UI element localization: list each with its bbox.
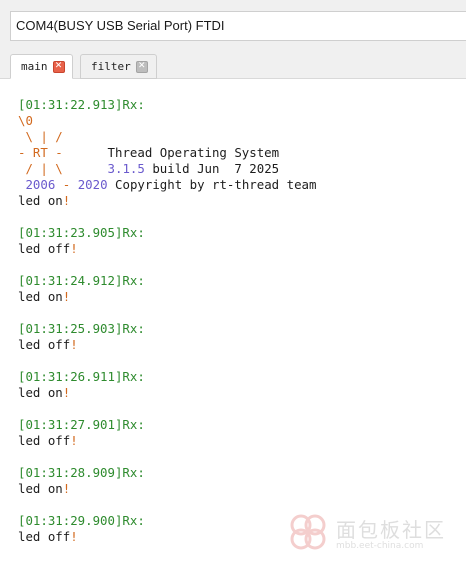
copyright-line: 2006 - 2020 Copyright by rt-thread team: [18, 177, 458, 193]
close-icon[interactable]: ✕: [135, 60, 148, 73]
log-timestamp: [01:31:25.903]Rx:: [18, 321, 145, 336]
port-selector[interactable]: COM4(BUSY USB Serial Port) FTDI: [10, 11, 466, 41]
log-message: led on!: [18, 289, 71, 304]
tab-main[interactable]: main ✕: [10, 54, 73, 79]
log-timestamp: [01:31:23.905]Rx:: [18, 225, 145, 240]
close-icon[interactable]: ✕: [52, 60, 65, 73]
banner-title: Thread Operating System: [107, 145, 280, 160]
tab-filter-label: filter: [91, 60, 131, 73]
tab-strip: main ✕ filter ✕: [0, 50, 466, 79]
log-message: led on!: [18, 481, 71, 496]
rt-logo-line: - RT -: [18, 145, 63, 160]
log-timestamp: [01:31:22.913]Rx:: [18, 97, 145, 112]
log-timestamp: [01:31:29.900]Rx:: [18, 513, 145, 528]
log-timestamp: [01:31:26.911]Rx:: [18, 369, 145, 384]
year-start: 2006: [25, 177, 56, 192]
rt-logo-line: \0: [18, 113, 33, 128]
tab-filter[interactable]: filter ✕: [80, 54, 157, 79]
log-timestamp: [01:31:28.909]Rx:: [18, 465, 145, 480]
port-bar: COM4(BUSY USB Serial Port) FTDI: [0, 0, 466, 50]
log-timestamp: [01:31:27.901]Rx:: [18, 417, 145, 432]
version-number: 3.1.5: [107, 161, 145, 176]
copyright-text: Copyright by rt-thread team: [115, 177, 317, 192]
rt-logo-line: \ | /: [18, 129, 63, 144]
tab-main-label: main: [21, 60, 48, 73]
log-message: led on!: [18, 385, 71, 400]
rt-logo-line: / | \: [18, 161, 63, 176]
log-message: led off!: [18, 433, 78, 448]
log-message: led off!: [18, 241, 78, 256]
log-timestamp: [01:31:24.912]Rx:: [18, 273, 145, 288]
banner-version-line: / | \ 3.1.5 build Jun 7 2025: [18, 161, 458, 177]
build-date: build Jun 7 2025: [152, 161, 280, 176]
year-end: 2020: [77, 177, 108, 192]
banner-title-line: - RT - Thread Operating System: [18, 145, 458, 161]
log-message: led on!: [18, 193, 71, 208]
log-message: led off!: [18, 529, 78, 544]
serial-console[interactable]: [01:31:22.913]Rx: \0 \ | / - RT - Thread…: [18, 97, 458, 545]
log-message: led off!: [18, 337, 78, 352]
